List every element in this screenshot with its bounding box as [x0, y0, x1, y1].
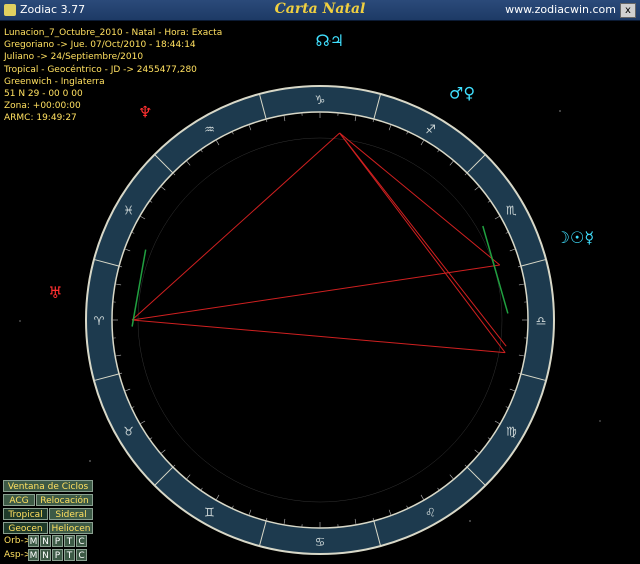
info-line: Greenwich - Inglaterra [4, 76, 105, 87]
planet-glyph: ☽☉☿ [556, 228, 595, 247]
sign-glyph-virgo: ♍ [506, 425, 517, 439]
info-line: Juliano -> 24/Septiembre/2010 [4, 52, 144, 63]
orb-m-toggle[interactable]: M [28, 535, 39, 547]
chart-info: Lunacion_7_Octubre_2010 - Natal - Hora: … [4, 27, 222, 125]
sign-glyph-leo: ♌ [425, 505, 436, 519]
planet-glyph: ♂♀ [449, 84, 475, 103]
asp-c-toggle[interactable]: C [76, 549, 87, 561]
sign-glyph-sagittarius: ♐ [425, 123, 436, 137]
orb-c-toggle[interactable]: C [76, 535, 87, 547]
sideral-button[interactable]: Sideral [49, 508, 93, 520]
info-line: ARMC: 19:49:27 [4, 113, 77, 124]
ventana-ciclos-button[interactable]: Ventana de Ciclos [3, 480, 93, 492]
sign-glyph-taurus: ♉ [123, 425, 134, 439]
asp-n-toggle[interactable]: N [40, 549, 51, 561]
geocen-button[interactable]: Geocen [3, 522, 48, 534]
sign-glyph-libra: ♎ [536, 314, 547, 328]
sign-glyph-cancer: ♋ [315, 535, 326, 549]
tropical-button[interactable]: Tropical [3, 508, 48, 520]
relocacion-button[interactable]: Relocación [36, 494, 93, 506]
asp-m-toggle[interactable]: M [28, 549, 39, 561]
asp-t-toggle[interactable]: T [64, 549, 75, 561]
sign-glyph-pisces: ♓ [123, 204, 134, 218]
asp-p-toggle[interactable]: P [52, 549, 63, 561]
orb-t-toggle[interactable]: T [64, 535, 75, 547]
acg-button[interactable]: ACG [3, 494, 35, 506]
info-line: Gregoriano -> Jue. 07/Oct/2010 - 18:44:1… [4, 40, 196, 51]
sign-glyph-scorpio: ♏ [506, 204, 517, 218]
info-line: Zona: +00:00:00 [4, 101, 81, 112]
info-line: Lunacion_7_Octubre_2010 - Natal - Hora: … [4, 28, 223, 38]
orb-n-toggle[interactable]: N [40, 535, 51, 547]
heliocen-button[interactable]: Heliocen [49, 522, 93, 534]
sign-glyph-aries: ♈ [94, 314, 105, 328]
sign-glyph-capricorn: ♑ [315, 93, 326, 107]
sign-glyph-gemini: ♊ [204, 505, 215, 519]
info-line: 51 N 29 - 00 0 00 [4, 89, 83, 100]
planet-glyph: ♅ [48, 283, 62, 302]
info-line: Tropical - Geocéntrico - JD -> 2455477,2… [4, 64, 197, 75]
planet-glyph: ☊♃ [315, 31, 344, 50]
orb-p-toggle[interactable]: P [52, 535, 63, 547]
sign-glyph-aquarius: ♒ [204, 123, 215, 137]
